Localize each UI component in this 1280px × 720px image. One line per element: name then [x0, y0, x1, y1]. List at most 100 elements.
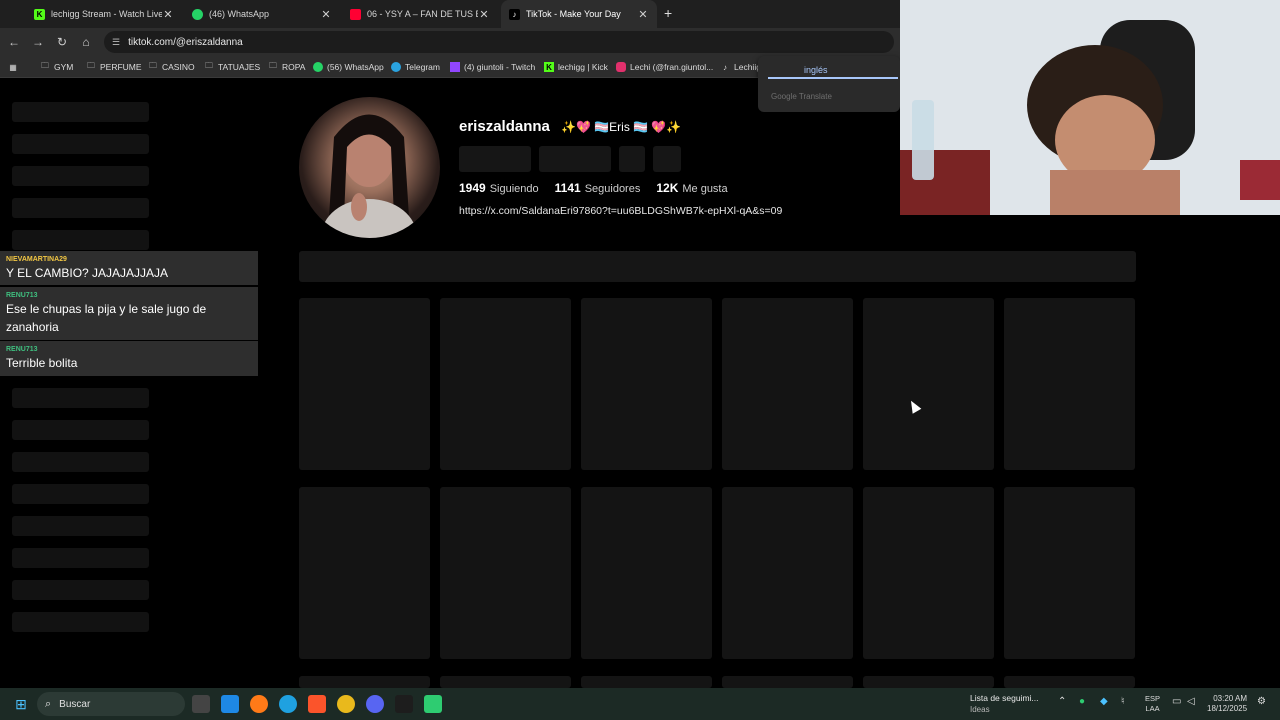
url-text: tiktok.com/@eriszaldanna	[128, 36, 243, 48]
language-indicator[interactable]: ESP LAA	[1145, 694, 1160, 714]
kick-icon: K	[544, 62, 554, 72]
firefox-icon[interactable]	[250, 695, 268, 713]
video-thumbnail-skeleton[interactable]	[722, 487, 853, 659]
start-icon[interactable]: ⊞	[12, 695, 30, 713]
folder-icon: 🗀	[87, 61, 95, 70]
followers-stat[interactable]: 1141 Seguidores	[555, 181, 641, 195]
close-icon[interactable]: ✕	[162, 8, 174, 21]
video-thumbnail-skeleton[interactable]	[299, 676, 430, 688]
video-thumbnail-skeleton[interactable]	[1004, 487, 1135, 659]
search-icon: ⌕	[45, 697, 52, 710]
video-thumbnail-skeleton[interactable]	[722, 676, 853, 688]
chrome-icon[interactable]	[337, 695, 355, 713]
new-tab-icon[interactable]: +	[664, 5, 672, 21]
shield-icon[interactable]: ◆	[1100, 696, 1108, 707]
video-thumbnail-skeleton[interactable]	[299, 298, 430, 470]
system-clock[interactable]: 03:20 AM 18/12/2025	[1207, 694, 1247, 714]
sidebar-skeleton	[12, 230, 149, 250]
chat-text: Y EL CAMBIO? JAJAJAJJAJA	[6, 266, 169, 280]
sidebar-skeleton	[12, 166, 149, 186]
video-thumbnail-skeleton[interactable]	[581, 298, 712, 470]
taskbar-search[interactable]: ⌕ Buscar	[37, 692, 185, 716]
video-thumbnail-skeleton[interactable]	[863, 487, 994, 659]
apps-icon[interactable]: ▦	[8, 60, 22, 74]
action-button-skeleton[interactable]	[619, 146, 645, 172]
kick-app-icon[interactable]	[424, 695, 442, 713]
video-thumbnail-skeleton[interactable]	[863, 298, 994, 470]
bookmark-tiktok[interactable]: ♪ Lechiig	[720, 60, 761, 74]
video-thumbnail-skeleton[interactable]	[299, 487, 430, 659]
message-button-skeleton[interactable]	[539, 146, 611, 172]
share-button-skeleton[interactable]	[653, 146, 681, 172]
tab-tiktok[interactable]: ♪ TikTok - Make Your Day ✕	[501, 0, 657, 28]
tab-title: lechigg Stream - Watch Live on	[51, 9, 162, 19]
status-dot-icon[interactable]: ●	[1079, 696, 1085, 707]
tab-whatsapp[interactable]: (46) WhatsApp ✕	[184, 0, 340, 28]
bio-link[interactable]: https://x.com/SaldanaEri97860?t=uu6BLDGS…	[459, 205, 782, 217]
bookmark-ropa[interactable]: 🗀 ROPA	[268, 60, 305, 74]
sidebar-skeleton	[12, 484, 149, 504]
forward-icon[interactable]: →	[30, 34, 46, 50]
sidebar-skeleton	[12, 452, 149, 472]
folder-icon: 🗀	[149, 61, 157, 70]
files-icon[interactable]	[221, 695, 239, 713]
webcam-scene	[900, 0, 1280, 215]
bookmark-whatsapp[interactable]: (56) WhatsApp	[313, 60, 384, 74]
video-thumbnail-skeleton[interactable]	[1004, 676, 1135, 688]
bookmark-telegram[interactable]: Telegram	[391, 60, 440, 74]
video-thumbnail-skeleton[interactable]	[440, 298, 571, 470]
tab-youtube[interactable]: 06 - YSY A – FAN DE TUS BATA ✕	[342, 0, 498, 28]
video-thumbnail-skeleton[interactable]	[440, 487, 571, 659]
volume-icon[interactable]: ◁	[1187, 696, 1195, 707]
video-thumbnail-skeleton[interactable]	[863, 676, 994, 688]
edge-icon[interactable]	[279, 695, 297, 713]
youtube-icon	[350, 8, 361, 20]
translate-language-tab[interactable]: inglés	[804, 65, 828, 75]
webcam-overlay	[900, 0, 1280, 215]
video-thumbnail-skeleton[interactable]	[581, 676, 712, 688]
close-icon[interactable]: ✕	[320, 8, 332, 21]
network-icon[interactable]: ▭	[1172, 696, 1181, 707]
bookmark-instagram[interactable]: Lechi (@fran.giuntol...	[616, 60, 713, 74]
bookmark-gym[interactable]: 🗀 GYM	[40, 60, 73, 74]
task-view-icon[interactable]	[192, 695, 210, 713]
folder-icon: 🗀	[205, 61, 213, 70]
bookmark-kick[interactable]: Klechigg | Kick	[544, 60, 608, 74]
video-thumbnail-skeleton[interactable]	[440, 676, 571, 688]
address-bar[interactable]: ☰ tiktok.com/@eriszaldanna	[104, 31, 894, 53]
back-icon[interactable]: ←	[6, 34, 22, 50]
app-icon[interactable]	[395, 695, 413, 713]
chat-author: RENU713	[6, 292, 38, 299]
notification-icon[interactable]: ⚙	[1257, 696, 1266, 707]
profile-username: eriszaldanna	[459, 118, 550, 135]
bookmark-twitch[interactable]: (4) giuntoli - Twitch	[450, 60, 535, 74]
bookmark-casino[interactable]: 🗀 CASINO	[148, 60, 195, 74]
tab-lechigg-stream[interactable]: K lechigg Stream - Watch Live on ✕	[26, 0, 182, 28]
tab-title: (46) WhatsApp	[209, 9, 270, 19]
whatsapp-icon	[313, 62, 323, 72]
home-icon[interactable]: ⌂	[78, 34, 94, 50]
chat-author: RENU713	[6, 346, 38, 353]
watchlist-widget[interactable]: Lista de seguimi... Ideas	[970, 693, 1039, 715]
bookmark-tatuajes[interactable]: 🗀 TATUAJES	[204, 60, 260, 74]
sidebar-skeleton	[12, 548, 149, 568]
video-thumbnail-skeleton[interactable]	[581, 487, 712, 659]
kick-icon: K	[34, 8, 45, 20]
close-icon[interactable]: ✕	[637, 8, 649, 21]
follow-button-skeleton[interactable]	[459, 146, 531, 172]
close-icon[interactable]: ✕	[478, 8, 490, 21]
video-thumbnail-skeleton[interactable]	[1004, 298, 1135, 470]
following-stat[interactable]: 1949 Siguiendo	[459, 181, 539, 195]
translate-popup: inglés Google Translate	[758, 56, 900, 112]
microphone-icon[interactable]: ♮	[1121, 696, 1125, 707]
chevron-up-icon[interactable]: ⌃	[1058, 696, 1066, 707]
tab-title: TikTok - Make Your Day	[526, 9, 621, 19]
profile-avatar[interactable]	[299, 97, 440, 238]
reload-icon[interactable]: ↻	[54, 34, 70, 50]
bookmark-perfume[interactable]: 🗀 PERFUME	[86, 60, 142, 74]
brave-icon[interactable]	[308, 695, 326, 713]
instagram-icon	[616, 62, 626, 72]
site-info-icon[interactable]: ☰	[112, 37, 120, 48]
video-thumbnail-skeleton[interactable]	[722, 298, 853, 470]
discord-icon[interactable]	[366, 695, 384, 713]
